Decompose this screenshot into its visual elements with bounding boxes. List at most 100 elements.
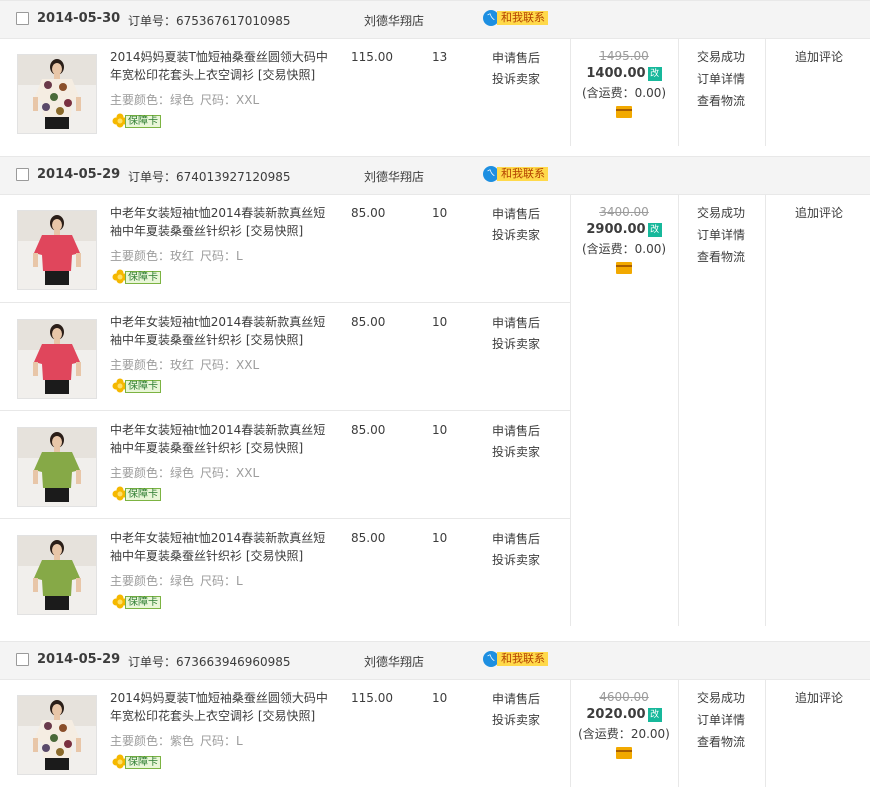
product-title-link[interactable]: 2014妈妈夏装T恤短袖桑蚕丝圆领大码中年宽松印花套头上衣空调衫 [交易快照] (110, 689, 332, 725)
complain-seller-link[interactable]: 投诉卖家 (492, 69, 540, 90)
order-items: 2014妈妈夏装T恤短袖桑蚕丝圆领大码中年宽松印花套头上衣空调衫 [交易快照] 主… (0, 38, 570, 146)
shipping-value: 20.00 (630, 727, 666, 741)
order-detail-link[interactable]: 订单详情 (697, 709, 745, 731)
order-list: 2014-05-30 订单号：675367617010985 刘德华翔店ㄟ和我联系 2… (0, 0, 870, 787)
column-divider (765, 39, 766, 146)
order-number-label: 订单号： (128, 14, 177, 28)
review-actions: 追加评论 (795, 689, 843, 706)
quantity: 10 (432, 315, 448, 329)
add-review-link[interactable]: 追加评论 (795, 50, 843, 64)
spec-size-label: 尺码： (200, 734, 237, 748)
shop-name-link[interactable]: 刘德华翔店 (364, 653, 424, 670)
add-review-link[interactable]: 追加评论 (795, 691, 843, 705)
shipping-label: (含运费： (581, 242, 635, 256)
unit-price: 85.00 (351, 206, 386, 220)
quantity: 10 (432, 423, 448, 437)
complain-seller-link[interactable]: 投诉卖家 (492, 550, 540, 571)
shipping-fee: (含运费：20.00) (570, 725, 678, 742)
order-number-value: 673663946960985 (176, 655, 291, 669)
contact-seller-label: 和我联系 (497, 11, 548, 25)
item-row: 中老年女装短袖t恤2014春装新款真丝短袖中年夏装桑蚕丝针织衫 [交易快照] 主要… (0, 302, 570, 410)
apply-after-sale-link[interactable]: 申请售后 (492, 313, 540, 334)
product-thumbnail[interactable] (17, 319, 97, 399)
complain-seller-link[interactable]: 投诉卖家 (492, 334, 540, 355)
order-header: 2014-05-30 订单号：675367617010985 刘德华翔店ㄟ和我联系 (0, 0, 870, 38)
product-title-link[interactable]: 中老年女装短袖t恤2014春装新款真丝短袖中年夏装桑蚕丝针织衫 [交易快照] (110, 313, 332, 349)
snapshot-link[interactable]: [交易快照] (242, 549, 303, 563)
spec-size-label: 尺码： (200, 574, 237, 588)
product-title-link[interactable]: 中老年女装短袖t恤2014春装新款真丝短袖中年夏装桑蚕丝针织衫 [交易快照] (110, 204, 332, 240)
order-block: 2014-05-29 订单号：673663946960985 刘德华翔店ㄟ和我联系 2… (0, 641, 870, 787)
payment-card-icon (616, 747, 632, 759)
order-number-label: 订单号： (128, 655, 177, 669)
spec-color-label: 主要颜色： (110, 466, 171, 480)
product-thumbnail[interactable] (17, 210, 97, 290)
shipping-label: (含运费： (581, 86, 635, 100)
order-detail-link[interactable]: 订单详情 (697, 68, 745, 90)
order-number-value: 675367617010985 (176, 14, 291, 28)
order-checkbox[interactable] (16, 653, 29, 666)
mobile-order-icon: 改 (647, 708, 662, 722)
complain-seller-link[interactable]: 投诉卖家 (492, 225, 540, 246)
order-checkbox[interactable] (16, 12, 29, 25)
paid-total: 2020.00 改 (570, 707, 678, 722)
order-number: 订单号：674013927120985 (128, 168, 291, 185)
product-thumbnail[interactable] (17, 535, 97, 615)
view-logistics-link[interactable]: 查看物流 (697, 246, 745, 268)
apply-after-sale-link[interactable]: 申请售后 (492, 529, 540, 550)
product-thumbnail[interactable] (17, 54, 97, 134)
order-number: 订单号：673663946960985 (128, 653, 291, 670)
after-sale-actions: 申请售后 投诉卖家 (492, 689, 540, 731)
snapshot-link[interactable]: [交易快照] (254, 68, 315, 82)
complain-seller-link[interactable]: 投诉卖家 (492, 710, 540, 731)
order-date: 2014-05-30 (37, 11, 121, 26)
order-date: 2014-05-29 (37, 652, 121, 667)
snapshot-link[interactable]: [交易快照] (254, 709, 315, 723)
product-spec: 主要颜色：绿色 尺码：XXL (110, 91, 259, 108)
snapshot-link[interactable]: [交易快照] (242, 333, 303, 347)
shop-name-link[interactable]: 刘德华翔店 (364, 12, 424, 29)
shipping-suffix: ) (665, 727, 670, 741)
original-total: 1495.00 (599, 49, 649, 63)
paid-total: 2900.00 改 (570, 222, 678, 237)
shipping-fee: (含运费：0.00) (570, 240, 678, 257)
spec-color-value: 玫红 (170, 358, 195, 372)
guarantee-card-label: 保障卡 (125, 380, 161, 393)
order-items: 2014妈妈夏装T恤短袖桑蚕丝圆领大码中年宽松印花套头上衣空调衫 [交易快照] 主… (0, 679, 570, 787)
product-thumbnail[interactable] (17, 427, 97, 507)
complain-seller-link[interactable]: 投诉卖家 (492, 442, 540, 463)
snapshot-link[interactable]: [交易快照] (242, 441, 303, 455)
shop-name-link[interactable]: 刘德华翔店 (364, 168, 424, 185)
payment-summary: 1495.00 1400.00 改 (含运费：0.00) (570, 38, 678, 118)
spec-color-label: 主要颜色： (110, 358, 171, 372)
product-spec: 主要颜色：紫色 尺码：L (110, 732, 243, 749)
apply-after-sale-link[interactable]: 申请售后 (492, 689, 540, 710)
add-review-link[interactable]: 追加评论 (795, 206, 843, 220)
product-title-link[interactable]: 2014妈妈夏装T恤短袖桑蚕丝圆领大码中年宽松印花套头上衣空调衫 [交易快照] (110, 48, 332, 84)
review-actions: 追加评论 (795, 204, 843, 221)
apply-after-sale-link[interactable]: 申请售后 (492, 204, 540, 225)
column-divider (765, 195, 766, 626)
apply-after-sale-link[interactable]: 申请售后 (492, 421, 540, 442)
paid-total-value: 2020.00 (586, 707, 646, 722)
product-thumbnail[interactable] (17, 695, 97, 775)
view-logistics-link[interactable]: 查看物流 (697, 731, 745, 753)
paid-total: 1400.00 改 (570, 66, 678, 81)
apply-after-sale-link[interactable]: 申请售后 (492, 48, 540, 69)
product-spec: 主要颜色：绿色 尺码：XXL (110, 464, 259, 481)
trade-success-status: 交易成功 (697, 50, 746, 64)
order-block: 2014-05-29 订单号：674013927120985 刘德华翔店ㄟ和我联系中… (0, 156, 870, 626)
order-items: 中老年女装短袖t恤2014春装新款真丝短袖中年夏装桑蚕丝针织衫 [交易快照] 主要… (0, 194, 570, 626)
snapshot-link[interactable]: [交易快照] (242, 224, 303, 238)
order-status: 交易成功 订单详情 查看物流 (697, 687, 745, 753)
view-logistics-link[interactable]: 查看物流 (697, 90, 745, 112)
unit-price: 115.00 (351, 50, 393, 64)
after-sale-actions: 申请售后 投诉卖家 (492, 204, 540, 246)
order-detail-link[interactable]: 订单详情 (697, 224, 745, 246)
product-title-link[interactable]: 中老年女装短袖t恤2014春装新款真丝短袖中年夏装桑蚕丝针织衫 [交易快照] (110, 421, 332, 457)
order-checkbox[interactable] (16, 168, 29, 181)
column-divider (678, 39, 679, 146)
spec-color-label: 主要颜色： (110, 734, 171, 748)
product-title-link[interactable]: 中老年女装短袖t恤2014春装新款真丝短袖中年夏装桑蚕丝针织衫 [交易快照] (110, 529, 332, 565)
product-spec: 主要颜色：绿色 尺码：L (110, 572, 243, 589)
